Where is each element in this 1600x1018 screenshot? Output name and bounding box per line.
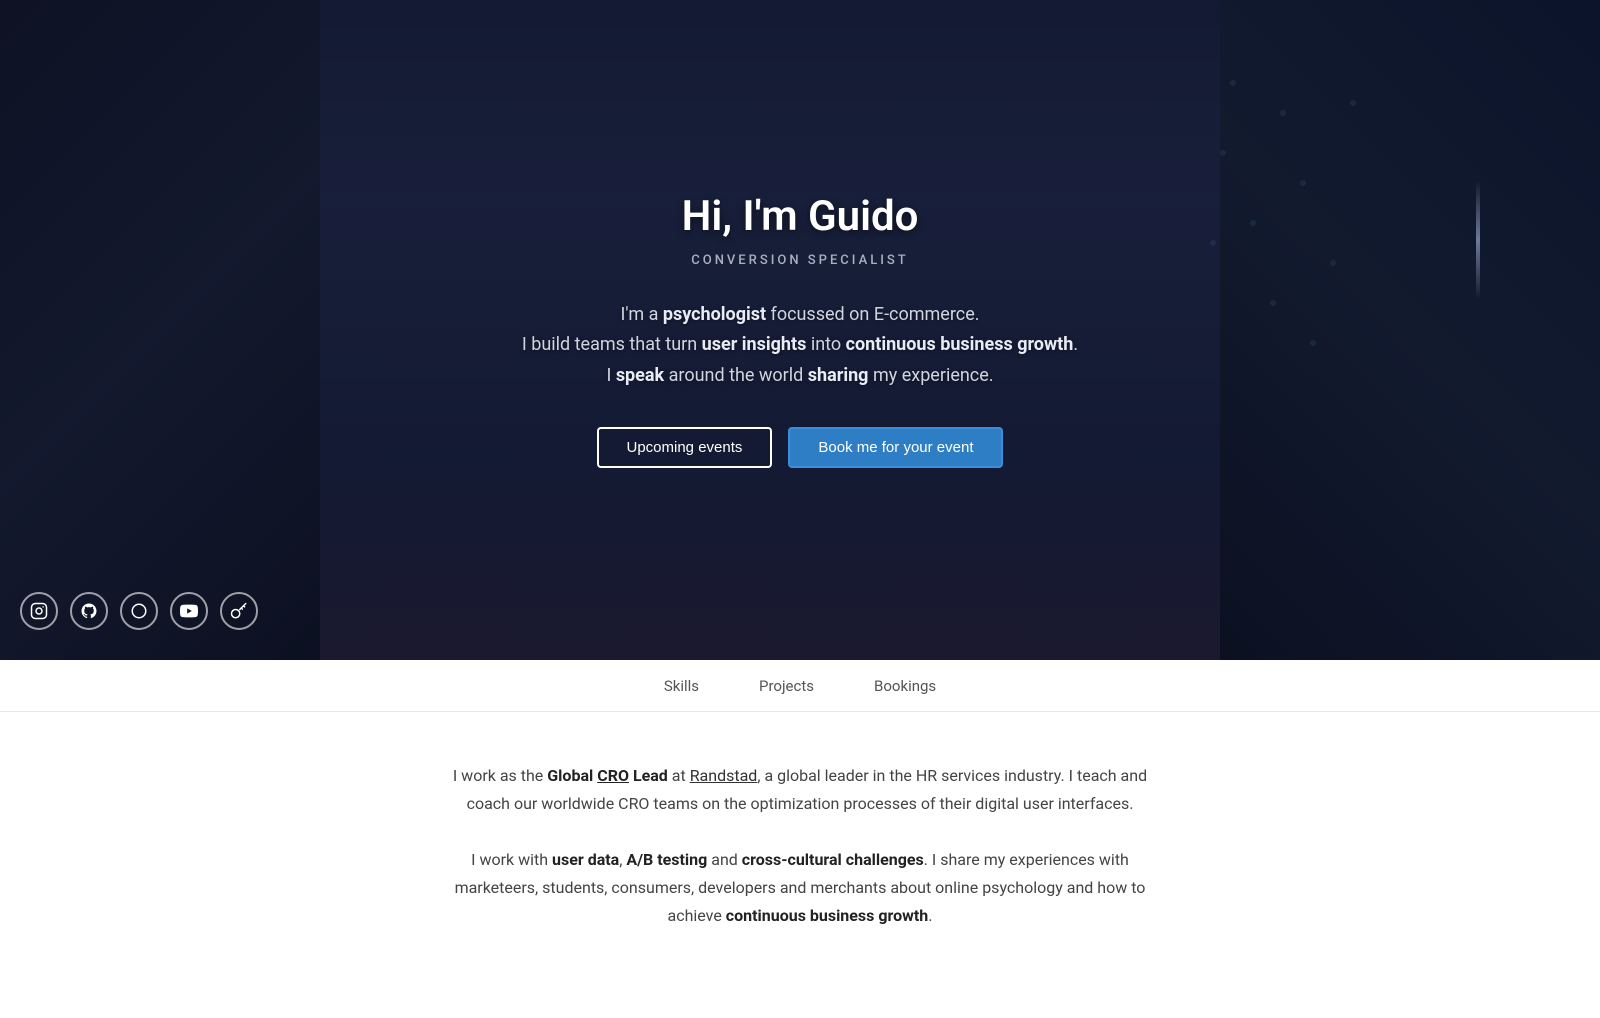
instagram-icon[interactable] <box>20 592 58 630</box>
desc-bold-growth: continuous business growth <box>846 334 1074 355</box>
ab-testing-label: A/B testing <box>626 850 707 869</box>
circle-social-icon[interactable] <box>120 592 158 630</box>
upcoming-events-button[interactable]: Upcoming events <box>597 427 773 468</box>
hero-section: Hi, I'm Guido CONVERSION SPECIALIST I'm … <box>0 0 1600 660</box>
desc-line1: I'm a psychologist focussed on E-commerc… <box>620 304 979 325</box>
accent-bar <box>1476 180 1480 300</box>
nav-item-bookings[interactable]: Bookings <box>874 661 936 711</box>
content-para-1: I work as the Global CRO Lead at Randsta… <box>440 762 1160 818</box>
content-section: I work as the Global CRO Lead at Randsta… <box>400 712 1200 1018</box>
navigation-bar: Skills Projects Bookings <box>0 660 1600 712</box>
nav-items: Skills Projects Bookings <box>664 661 936 711</box>
social-icons-bar <box>20 592 258 630</box>
hero-description: I'm a psychologist focussed on E-commerc… <box>522 300 1078 392</box>
hero-title: Hi, I'm Guido <box>522 192 1078 241</box>
hero-content: Hi, I'm Guido CONVERSION SPECIALIST I'm … <box>482 192 1118 469</box>
github-icon[interactable] <box>70 592 108 630</box>
user-data-label: user data <box>552 850 619 869</box>
content-para-2: I work with user data, A/B testing and c… <box>440 846 1160 930</box>
book-event-button[interactable]: Book me for your event <box>788 427 1003 468</box>
desc-bold-sharing: sharing <box>808 365 869 386</box>
randstad-link[interactable]: Randstad <box>690 766 758 785</box>
hero-buttons: Upcoming events Book me for your event <box>522 427 1078 468</box>
desc-bold-insights: user insights <box>702 334 807 355</box>
desc-bold-psychologist: psychologist <box>663 304 766 325</box>
cross-cultural-label: cross-cultural challenges <box>742 850 924 869</box>
nav-item-projects[interactable]: Projects <box>759 661 814 711</box>
desc-line3: I speak around the world sharing my expe… <box>606 365 993 386</box>
hero-subtitle: CONVERSION SPECIALIST <box>522 253 1078 268</box>
continuous-growth-label: continuous business growth <box>726 906 928 925</box>
global-cro-label: Global CRO Lead <box>547 766 668 785</box>
desc-line2: I build teams that turn user insights in… <box>522 334 1078 355</box>
youtube-icon[interactable] <box>170 592 208 630</box>
desc-bold-speak: speak <box>616 365 664 386</box>
key-icon[interactable] <box>220 592 258 630</box>
nav-item-skills[interactable]: Skills <box>664 661 699 711</box>
